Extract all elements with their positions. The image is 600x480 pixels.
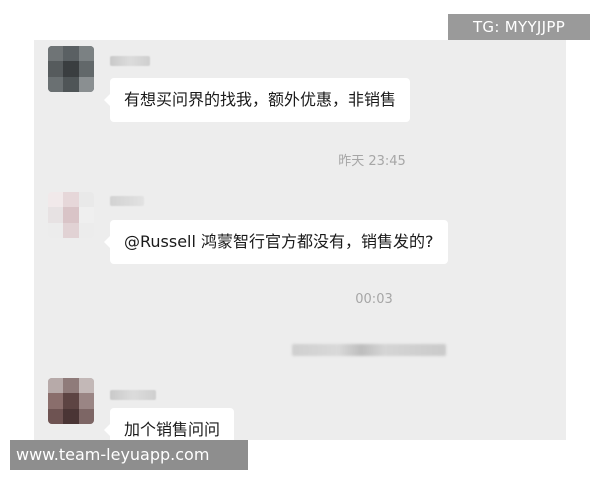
watermark-badge: TG: MYYJJPP — [448, 14, 590, 40]
system-notice-blurred — [292, 344, 446, 356]
sender-avatar[interactable] — [48, 46, 94, 92]
timestamp: 00:03 — [355, 292, 393, 307]
message-text: 有想买问界的找我，额外优惠，非销售 — [124, 90, 397, 109]
sender-nickname-blurred — [110, 56, 150, 66]
sender-nickname-blurred — [110, 196, 144, 206]
message-text: 加个销售问问 — [124, 420, 221, 439]
message-text: @Russell 鸿蒙智行官方都没有，销售发的? — [124, 232, 434, 251]
watermark-footer: www.team-leyuapp.com — [10, 440, 248, 470]
message-bubble[interactable]: 加个销售问问 — [103, 408, 235, 440]
sender-avatar[interactable] — [48, 378, 94, 424]
message-bubble[interactable]: @Russell 鸿蒙智行官方都没有，销售发的? — [104, 220, 448, 264]
sender-nickname-blurred — [110, 390, 156, 400]
timestamp: 昨天 23:45 — [338, 154, 406, 169]
message-bubble[interactable]: 有想买问界的找我，额外优惠，非销售 — [103, 78, 411, 122]
chat-history-panel: 有想买问界的找我，额外优惠，非销售 昨天 23:45 @Russell 鸿蒙智行… — [34, 40, 566, 440]
sender-avatar[interactable] — [48, 192, 94, 238]
